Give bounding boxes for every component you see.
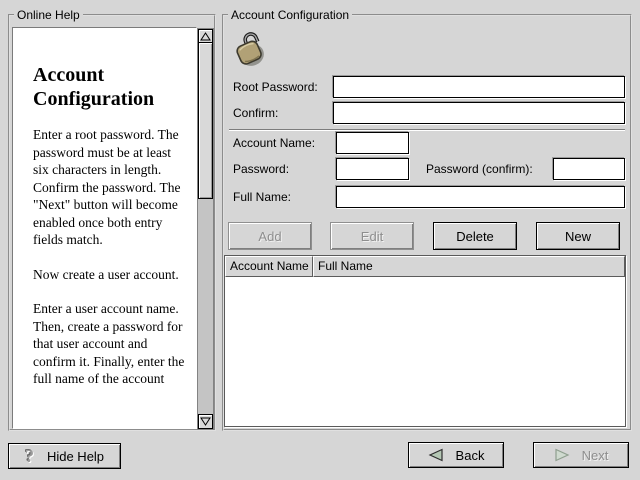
full-name-label: Full Name:	[233, 186, 291, 208]
help-text-panel: Account Configuration Enter a root passw…	[12, 27, 197, 429]
next-button[interactable]: Next	[533, 442, 629, 468]
installer-window: Online Help Account Configuration Enter …	[0, 0, 640, 480]
help-heading: Account Configuration	[33, 63, 188, 111]
new-button[interactable]: New	[536, 222, 620, 250]
column-header-full-name[interactable]: Full Name	[313, 256, 625, 277]
padlock-icon	[228, 31, 268, 69]
help-content: Account Configuration Enter a root passw…	[13, 28, 196, 388]
account-name-label: Account Name:	[233, 132, 315, 154]
add-button[interactable]: Add	[228, 222, 312, 250]
user-password-confirm-field[interactable]	[553, 158, 625, 180]
section-separator	[229, 129, 625, 131]
account-name-field[interactable]	[336, 132, 409, 154]
back-arrow-icon	[428, 448, 444, 462]
full-name-field[interactable]	[336, 186, 625, 208]
next-arrow-icon	[554, 448, 570, 462]
back-button[interactable]: Back	[408, 442, 504, 468]
confirm-password-label: Confirm:	[233, 102, 278, 124]
user-password-field[interactable]	[336, 158, 409, 180]
online-help-frame-label: Online Help	[14, 8, 83, 22]
root-password-field[interactable]	[333, 76, 625, 98]
down-arrow-icon	[200, 417, 211, 426]
scroll-up-button[interactable]	[198, 29, 213, 43]
hide-help-button[interactable]: ? Hide Help	[8, 443, 121, 469]
help-paragraph: Now create a user account.	[33, 266, 188, 284]
help-paragraph: Enter a user account name. Then, create …	[33, 300, 188, 388]
question-mark-icon: ?	[25, 447, 34, 465]
confirm-password-field[interactable]	[333, 102, 625, 124]
back-label: Back	[456, 448, 485, 463]
accounts-table: Account Name Full Name	[224, 255, 626, 427]
up-arrow-icon	[200, 32, 211, 41]
edit-button[interactable]: Edit	[330, 222, 414, 250]
delete-button[interactable]: Delete	[433, 222, 517, 250]
hide-help-label: Hide Help	[47, 449, 104, 464]
user-password-confirm-label: Password (confirm):	[426, 158, 533, 180]
next-label: Next	[582, 448, 609, 463]
user-password-label: Password:	[233, 158, 289, 180]
root-password-label: Root Password:	[233, 76, 318, 98]
account-configuration-frame-label: Account Configuration	[228, 8, 352, 22]
accounts-table-body[interactable]	[225, 277, 625, 426]
scrollbar-thumb[interactable]	[198, 42, 213, 199]
scroll-down-button[interactable]	[198, 414, 213, 429]
help-paragraph: Enter a root password. The password must…	[33, 126, 188, 249]
accounts-table-header: Account Name Full Name	[225, 256, 625, 277]
help-scrollbar[interactable]	[197, 28, 214, 430]
column-header-account-name[interactable]: Account Name	[225, 256, 313, 277]
